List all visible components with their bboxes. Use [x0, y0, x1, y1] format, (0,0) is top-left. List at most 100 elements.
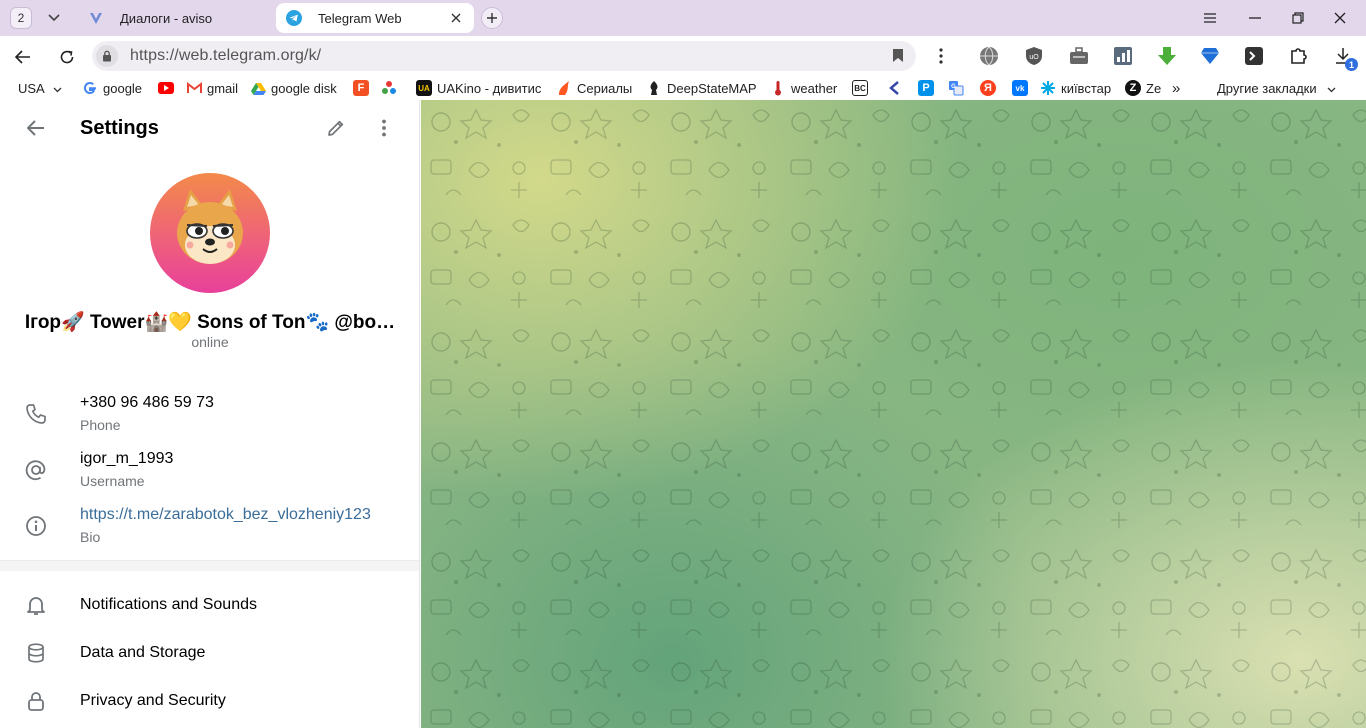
phone-row[interactable]: +380 96 486 59 73 Phone — [0, 394, 419, 446]
uakino-icon: UA — [416, 80, 432, 96]
address-bar[interactable]: https://web.telegram.org/k/ — [92, 41, 916, 71]
username-value: igor_m_1993 — [80, 450, 174, 467]
avatar[interactable] — [150, 173, 270, 293]
yandex-icon: Я — [980, 80, 996, 96]
tab-count-button[interactable]: 2 — [10, 7, 32, 29]
url-text: https://web.telegram.org/k/ — [130, 47, 322, 64]
toolbox-extension-icon[interactable] — [1068, 45, 1090, 67]
telegram-favicon-icon — [286, 10, 302, 26]
downloads-badge: 1 — [1345, 58, 1358, 71]
bookmark-star-cluster[interactable] — [381, 78, 402, 98]
bookmark-ze[interactable]: Z Ze — [1125, 78, 1161, 98]
tab-telegram[interactable]: Telegram Web — [276, 3, 474, 33]
chat-background — [421, 100, 1366, 728]
menu-item-label: Privacy and Security — [80, 692, 226, 709]
bookmark-yandex[interactable]: Я — [980, 78, 1001, 98]
downloads-icon[interactable]: 1 — [1332, 45, 1358, 71]
bookmark-deepstatemap[interactable]: DeepStateMAP — [646, 78, 757, 98]
bookmark-f[interactable]: F — [353, 78, 374, 98]
section-divider — [0, 560, 419, 571]
bookmark-gmail[interactable]: gmail — [186, 78, 238, 98]
gmail-icon — [186, 80, 202, 96]
other-bookmarks-folder[interactable]: Другие закладки — [1217, 78, 1336, 98]
settings-header: Settings — [0, 100, 419, 156]
vk-icon: vk — [1012, 80, 1028, 96]
tab-list-chevron-icon[interactable] — [40, 7, 68, 29]
bookmark-serialy[interactable]: Сериалы — [556, 78, 632, 98]
terminal-extension-icon[interactable] — [1243, 45, 1265, 67]
more-vertical-icon[interactable] — [370, 114, 398, 142]
bio-label: Bio — [80, 529, 101, 545]
bookmark-kyivstar[interactable]: київстар — [1040, 78, 1111, 98]
bookmark-icon[interactable] — [892, 48, 904, 68]
bookmark-arrow[interactable] — [886, 78, 907, 98]
svg-text:G: G — [951, 84, 956, 90]
extensions-puzzle-icon[interactable] — [1288, 45, 1310, 67]
bio-row[interactable]: https://t.me/zarabotok_bez_vlozheniy123 … — [0, 506, 419, 558]
bookmark-p[interactable]: P — [918, 78, 939, 98]
google-icon — [82, 80, 98, 96]
tab-aviso[interactable]: Диалоги - aviso — [78, 3, 268, 33]
lock-icon — [24, 689, 48, 713]
bookmark-uakino[interactable]: UA UAKino - дивитис — [416, 78, 541, 98]
more-vertical-icon[interactable] — [930, 45, 952, 67]
close-tab-icon[interactable] — [446, 8, 466, 28]
notifications-and-sounds-item[interactable]: Notifications and Sounds — [0, 581, 419, 629]
chevron-down-icon — [53, 81, 62, 96]
ublock-icon[interactable]: uO — [1023, 45, 1045, 67]
translate-icon: G — [948, 80, 964, 96]
back-arrow-icon[interactable] — [22, 114, 50, 142]
restore-icon[interactable] — [1286, 6, 1310, 30]
back-arrow-icon[interactable] — [10, 44, 36, 70]
minimize-icon[interactable] — [1243, 6, 1267, 30]
globe-vpn-icon[interactable] — [978, 45, 1000, 67]
chart-extension-icon[interactable] — [1112, 45, 1134, 67]
bookmark-google[interactable]: google — [82, 78, 142, 98]
star-cluster-icon — [381, 80, 397, 96]
svg-text:uO: uO — [1029, 54, 1039, 61]
chevron-down-icon — [1327, 81, 1336, 96]
menu-item-label: Notifications and Sounds — [80, 596, 257, 613]
download-arrow-extension-icon[interactable] — [1156, 45, 1178, 67]
bookmark-google-disk[interactable]: google disk — [250, 78, 337, 98]
diamond-extension-icon[interactable] — [1199, 45, 1221, 67]
youtube-icon — [158, 80, 174, 96]
profile-status: online — [191, 334, 229, 350]
page-title: Settings — [80, 117, 159, 139]
navigation-bar: https://web.telegram.org/k/ uO 1 — [0, 36, 1366, 76]
username-label: Username — [80, 473, 145, 489]
reload-icon[interactable] — [54, 44, 80, 70]
z-icon: Z — [1125, 80, 1141, 96]
lock-icon[interactable] — [96, 45, 118, 67]
new-tab-button[interactable] — [481, 7, 503, 29]
privacy-and-security-item[interactable]: Privacy and Security — [0, 677, 419, 725]
profile-name: Ігор🚀 Tower🏰💛 Sons of Ton🐾 @bo… — [24, 312, 396, 333]
info-icon — [24, 514, 48, 538]
aviso-favicon-icon — [88, 10, 104, 26]
bookmark-vk[interactable]: vk — [1012, 78, 1033, 98]
fox-icon — [556, 80, 572, 96]
doge-avatar-icon — [177, 189, 243, 264]
menu-hamburger-icon[interactable] — [1198, 6, 1222, 30]
username-row[interactable]: igor_m_1993 Username — [0, 450, 419, 502]
bookmark-folder-usa[interactable]: USA — [18, 78, 62, 98]
close-window-icon[interactable] — [1328, 6, 1352, 30]
bookmark-bc[interactable]: BC — [852, 78, 873, 98]
edit-pencil-icon[interactable] — [322, 114, 350, 142]
data-and-storage-item[interactable]: Data and Storage — [0, 629, 419, 677]
bell-icon — [24, 593, 48, 617]
kyivstar-icon — [1040, 80, 1056, 96]
tab-title: Диалоги - aviso — [120, 10, 213, 26]
bookmark-translate[interactable]: G — [948, 78, 969, 98]
database-icon — [24, 641, 48, 665]
deepstate-icon — [646, 80, 662, 96]
bookmark-youtube[interactable] — [158, 78, 179, 98]
tab-strip: 2 Диалоги - aviso Telegram Web — [0, 0, 1366, 36]
bookmark-weather[interactable]: weather — [770, 78, 837, 98]
bookmarks-overflow-button[interactable]: » — [1172, 78, 1180, 98]
phone-label: Phone — [80, 417, 121, 433]
doodle-pattern — [421, 100, 1366, 728]
settings-panel: Settings Ігор🚀 Tower🏰💛 Sons of Ton🐾 @bo…… — [0, 100, 420, 728]
at-icon — [24, 458, 48, 482]
bio-link[interactable]: https://t.me/zarabotok_bez_vlozheniy123 — [80, 506, 371, 524]
